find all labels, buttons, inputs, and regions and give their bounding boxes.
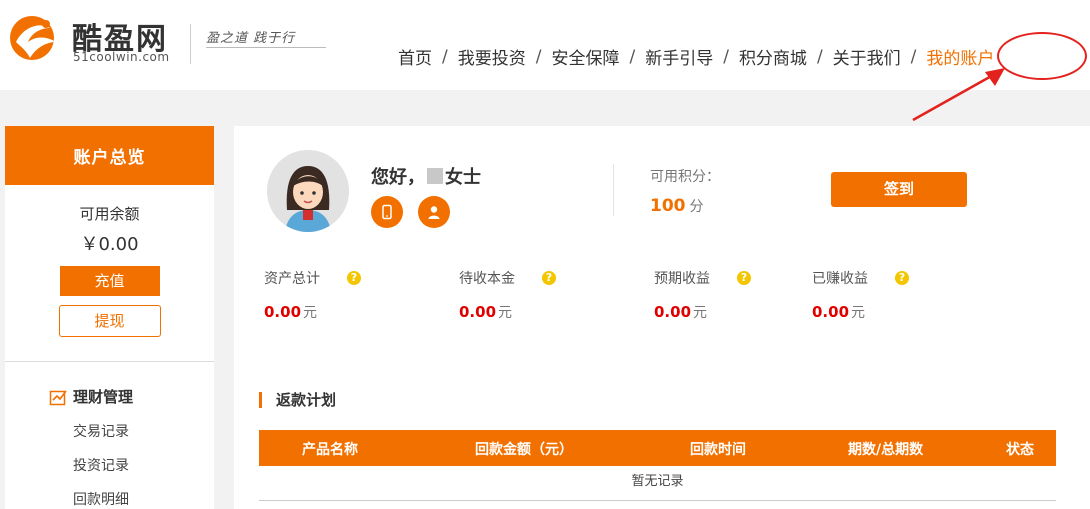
avatar[interactable] <box>267 150 349 232</box>
stat-unit: 元 <box>498 305 513 321</box>
user-avatar-icon <box>267 150 349 232</box>
sidebar-divider <box>5 361 214 362</box>
nav-item-invest[interactable]: 我要投资 <box>458 44 526 69</box>
user-icon[interactable] <box>418 196 450 228</box>
annotation-arrow-icon <box>912 68 1005 122</box>
header-divider <box>190 24 191 64</box>
stat-label: 已赚收益 <box>812 271 868 287</box>
nav-item-security[interactable]: 安全保障 <box>551 44 619 69</box>
stat-earned-income: 已赚收益? 0.00 元 <box>812 268 909 322</box>
help-icon[interactable]: ? <box>347 271 361 285</box>
nav-item-newbie-guide[interactable]: 新手引导 <box>645 44 713 69</box>
recharge-button[interactable]: 充值 <box>59 266 160 296</box>
stat-value: 0.00 <box>812 303 850 321</box>
brand-domain: 51coolwin.com <box>73 50 170 64</box>
withdraw-button[interactable]: 提现 <box>58 305 161 337</box>
column-header-status: 状态 <box>1006 442 1034 458</box>
stat-unit: 元 <box>303 305 318 321</box>
stat-value: 0.00 <box>459 303 497 321</box>
profile-divider <box>613 164 614 216</box>
balance-label: 可用余额 <box>79 205 140 223</box>
help-icon[interactable]: ? <box>542 271 556 285</box>
sidebar-item-investments[interactable]: 投资记录 <box>73 455 214 475</box>
column-header-repayment-time: 回款时间 <box>690 442 746 458</box>
nav-separator: / <box>535 46 542 67</box>
stat-value: 0.00 <box>264 303 302 321</box>
stat-label: 待收本金 <box>459 271 515 287</box>
help-icon[interactable]: ? <box>737 271 751 285</box>
column-header-product-name: 产品名称 <box>302 442 358 458</box>
phone-glyph <box>382 204 392 220</box>
sidebar-title[interactable]: 账户总览 <box>5 126 214 185</box>
slogan-underline <box>206 47 326 48</box>
stat-label: 预期收益 <box>654 271 710 287</box>
chart-check-icon <box>49 390 67 405</box>
stat-total-assets: 资产总计? 0.00 元 <box>264 268 361 322</box>
nav-separator: / <box>442 46 448 67</box>
points-value: 100 分 <box>650 196 704 216</box>
column-header-installments: 期数/总期数 <box>848 442 924 458</box>
points-number: 100 <box>650 196 686 216</box>
repayment-plan-title: 返款计划 <box>259 392 336 408</box>
stat-unit: 元 <box>693 305 708 321</box>
nav-item-points-mall[interactable]: 积分商城 <box>739 44 807 69</box>
stat-pending-principal: 待收本金? 0.00 元 <box>459 268 556 322</box>
user-glyph <box>428 206 440 219</box>
column-header-repayment-amount: 回款金额（元） <box>475 442 573 458</box>
greeting-prefix: 您好， <box>371 167 425 188</box>
empty-records-text: 暂无记录 <box>631 474 684 489</box>
nav-separator: / <box>816 46 823 67</box>
nav-item-home[interactable]: 首页 <box>398 44 432 69</box>
brand-slogan: 盈之道 践于行 <box>206 31 296 46</box>
nav-separator: / <box>723 46 729 67</box>
greeting-suffix: 女士 <box>445 167 481 188</box>
help-icon[interactable]: ? <box>895 271 909 285</box>
menu-title-label: 理财管理 <box>73 388 134 406</box>
sign-in-button[interactable]: 签到 <box>831 172 967 207</box>
points-unit: 分 <box>689 199 704 215</box>
account-sidebar: 账户总览 可用余额 ￥0.00 充值 提现 理财管理 交易记录 投资记录 回款明… <box>5 126 214 509</box>
stat-value: 0.00 <box>654 303 692 321</box>
coolwin-logo-icon[interactable] <box>6 12 66 64</box>
menu-title-wealth-management[interactable]: 理财管理 <box>49 386 214 407</box>
phone-icon[interactable] <box>371 196 403 228</box>
repayment-table-header: 产品名称 回款金额（元） 回款时间 期数/总期数 状态 <box>259 430 1056 466</box>
greeting: 您好， 女士 <box>371 163 481 189</box>
points-label: 可用积分： <box>650 169 720 185</box>
stat-unit: 元 <box>851 305 866 321</box>
stat-label: 资产总计 <box>264 271 320 287</box>
balance-value: ￥0.00 <box>80 234 139 255</box>
account-overview-panel: 您好， 女士 可用积分： 100 分 签到 资产总计? 0.00 元 待收本金? 0… <box>234 126 1090 509</box>
table-bottom-border <box>259 500 1056 501</box>
stat-expected-earnings: 预期收益? 0.00 元 <box>654 268 751 322</box>
nav-item-about-us[interactable]: 关于我们 <box>833 44 901 69</box>
sidebar-item-transactions[interactable]: 交易记录 <box>73 421 214 441</box>
nav-separator: / <box>629 46 636 67</box>
sidebar-item-repayment-details[interactable]: 回款明细 <box>73 489 214 509</box>
masked-name <box>427 168 443 184</box>
